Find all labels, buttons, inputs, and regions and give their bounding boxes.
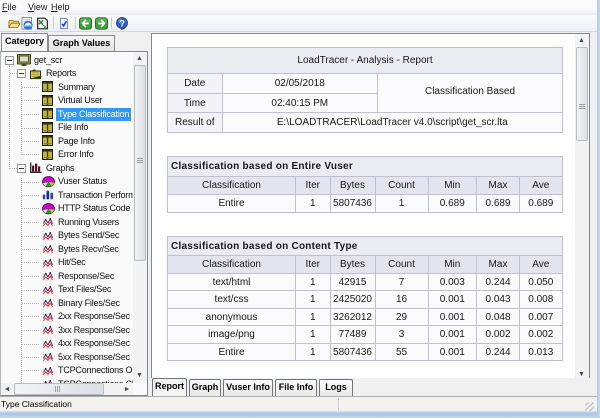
svg-text:?: ? <box>119 18 125 29</box>
